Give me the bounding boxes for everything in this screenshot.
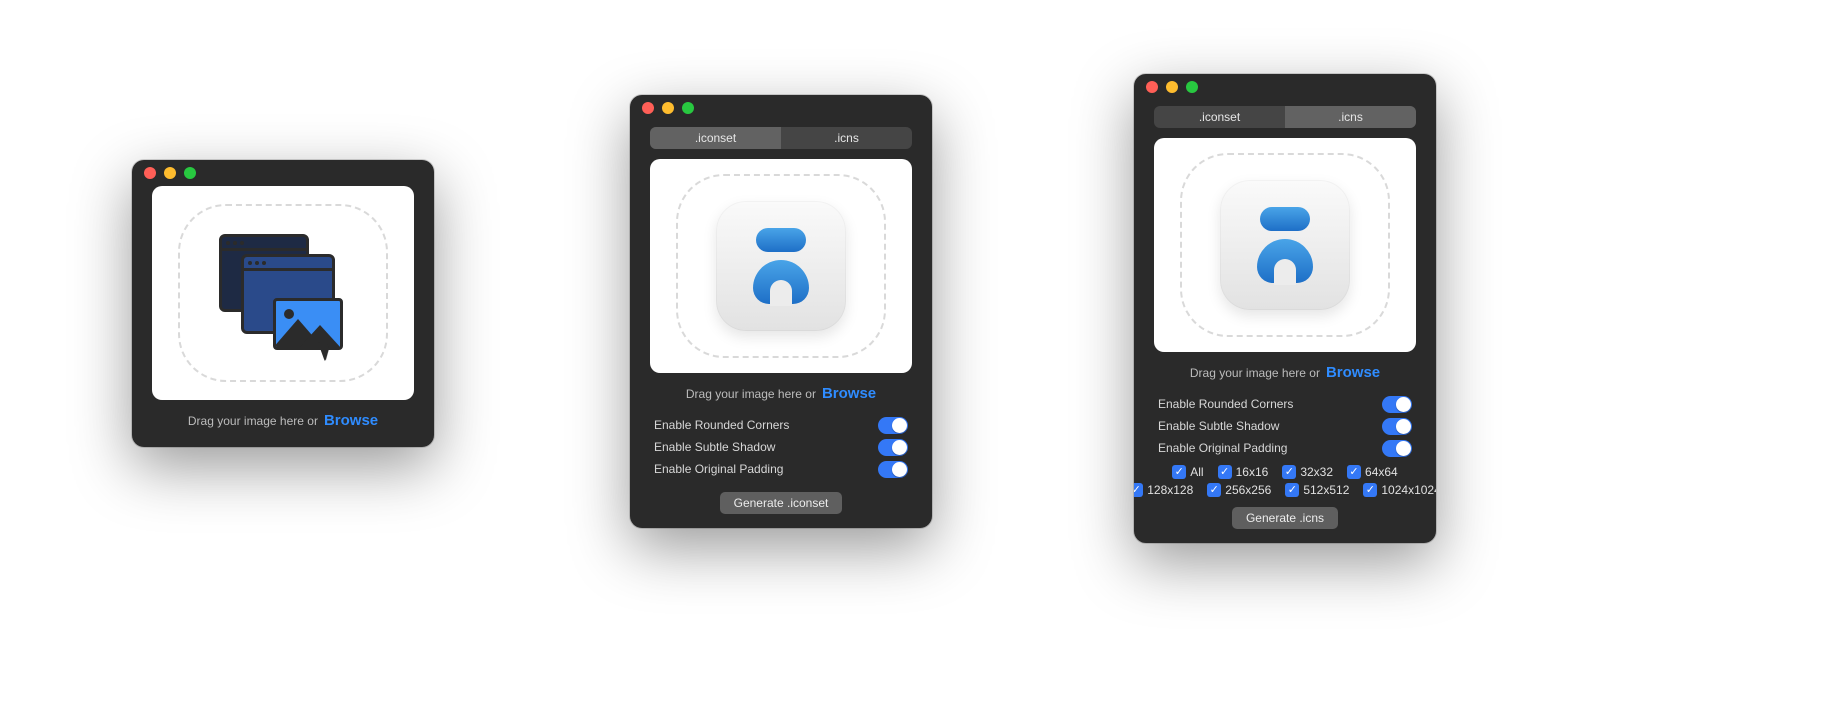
close-icon[interactable] [642,102,654,114]
dropzone-frame [1180,153,1390,337]
check-icon: ✓ [1285,483,1299,497]
dropzone[interactable] [152,186,414,400]
option-original-padding: Enable Original Padding [654,458,908,480]
zoom-icon[interactable] [682,102,694,114]
tab-iconset[interactable]: .iconset [1154,106,1285,128]
toggle-subtle-shadow[interactable] [1382,418,1412,435]
checkbox-label: 512x512 [1303,483,1349,497]
tab-iconset[interactable]: .iconset [650,127,781,149]
checkbox-16[interactable]: ✓ 16x16 [1218,465,1269,479]
titlebar[interactable] [1134,74,1436,100]
window-iconset: .iconset .icns Drag your image here or B… [630,95,932,528]
check-icon: ✓ [1134,483,1143,497]
option-label: Enable Rounded Corners [654,418,789,432]
checkbox-label: 64x64 [1365,465,1398,479]
drag-hint: Drag your image here or [188,414,318,428]
toggle-original-padding[interactable] [878,461,908,478]
checkbox-label: All [1190,465,1203,479]
icon-preview [716,201,846,331]
close-icon[interactable] [1146,81,1158,93]
toggle-original-padding[interactable] [1382,440,1412,457]
checkbox-1024[interactable]: ✓ 1024x1024 [1363,483,1436,497]
generate-iconset-button[interactable]: Generate .iconset [720,492,843,514]
toggle-rounded-corners[interactable] [878,417,908,434]
dropzone-frame [178,204,388,382]
drag-hint-row: Drag your image here or Browse [132,412,434,429]
check-icon: ✓ [1282,465,1296,479]
tab-icns[interactable]: .icns [781,127,912,149]
close-icon[interactable] [144,167,156,179]
checkbox-256[interactable]: ✓ 256x256 [1207,483,1271,497]
tab-icns[interactable]: .icns [1285,106,1416,128]
browse-link[interactable]: Browse [324,412,378,429]
options-list: Enable Rounded Corners Enable Subtle Sha… [630,410,932,482]
check-icon: ✓ [1218,465,1232,479]
checkbox-128[interactable]: ✓ 128x128 [1134,483,1193,497]
drag-hint-row: Drag your image here or Browse [1134,364,1436,381]
checkbox-label: 32x32 [1300,465,1333,479]
window-icns: .iconset .icns Drag your image here or B… [1134,74,1436,543]
checkbox-label: 1024x1024 [1381,483,1436,497]
checkbox-label: 256x256 [1225,483,1271,497]
check-icon: ✓ [1207,483,1221,497]
check-icon: ✓ [1363,483,1377,497]
checkbox-64[interactable]: ✓ 64x64 [1347,465,1398,479]
minimize-icon[interactable] [164,167,176,179]
option-subtle-shadow: Enable Subtle Shadow [654,436,908,458]
app-glyph-icon [753,228,809,304]
option-original-padding: Enable Original Padding [1158,437,1412,459]
dropzone[interactable] [1154,138,1416,352]
options-list: Enable Rounded Corners Enable Subtle Sha… [1134,389,1436,461]
option-rounded-corners: Enable Rounded Corners [654,414,908,436]
generate-icns-button[interactable]: Generate .icns [1232,507,1338,529]
zoom-icon[interactable] [1186,81,1198,93]
check-icon: ✓ [1347,465,1361,479]
drag-hint: Drag your image here or [686,387,816,401]
titlebar[interactable] [132,160,434,186]
checkbox-all[interactable]: ✓ All [1172,465,1203,479]
image-placeholder-icon [213,228,353,358]
icon-preview [1220,180,1350,310]
option-label: Enable Subtle Shadow [1158,419,1279,433]
minimize-icon[interactable] [1166,81,1178,93]
dropzone-frame [676,174,886,358]
browse-link[interactable]: Browse [1326,364,1380,381]
format-tabs[interactable]: .iconset .icns [1154,106,1416,128]
drag-hint-row: Drag your image here or Browse [630,385,932,402]
drag-hint: Drag your image here or [1190,366,1320,380]
zoom-icon[interactable] [184,167,196,179]
toggle-subtle-shadow[interactable] [878,439,908,456]
checkbox-32[interactable]: ✓ 32x32 [1282,465,1333,479]
checkbox-512[interactable]: ✓ 512x512 [1285,483,1349,497]
dropzone[interactable] [650,159,912,373]
option-subtle-shadow: Enable Subtle Shadow [1158,415,1412,437]
checkbox-label: 128x128 [1147,483,1193,497]
check-icon: ✓ [1172,465,1186,479]
window-empty-state: Drag your image here or Browse [132,160,434,447]
format-tabs[interactable]: .iconset .icns [650,127,912,149]
option-rounded-corners: Enable Rounded Corners [1158,393,1412,415]
option-label: Enable Original Padding [654,462,783,476]
minimize-icon[interactable] [662,102,674,114]
app-glyph-icon [1257,207,1313,283]
browse-link[interactable]: Browse [822,385,876,402]
checkbox-label: 16x16 [1236,465,1269,479]
option-label: Enable Rounded Corners [1158,397,1293,411]
option-label: Enable Subtle Shadow [654,440,775,454]
option-label: Enable Original Padding [1158,441,1287,455]
titlebar[interactable] [630,95,932,121]
toggle-rounded-corners[interactable] [1382,396,1412,413]
size-checkboxes: ✓ All ✓ 16x16 ✓ 32x32 ✓ 64x64 ✓ 128x128 [1134,465,1436,497]
